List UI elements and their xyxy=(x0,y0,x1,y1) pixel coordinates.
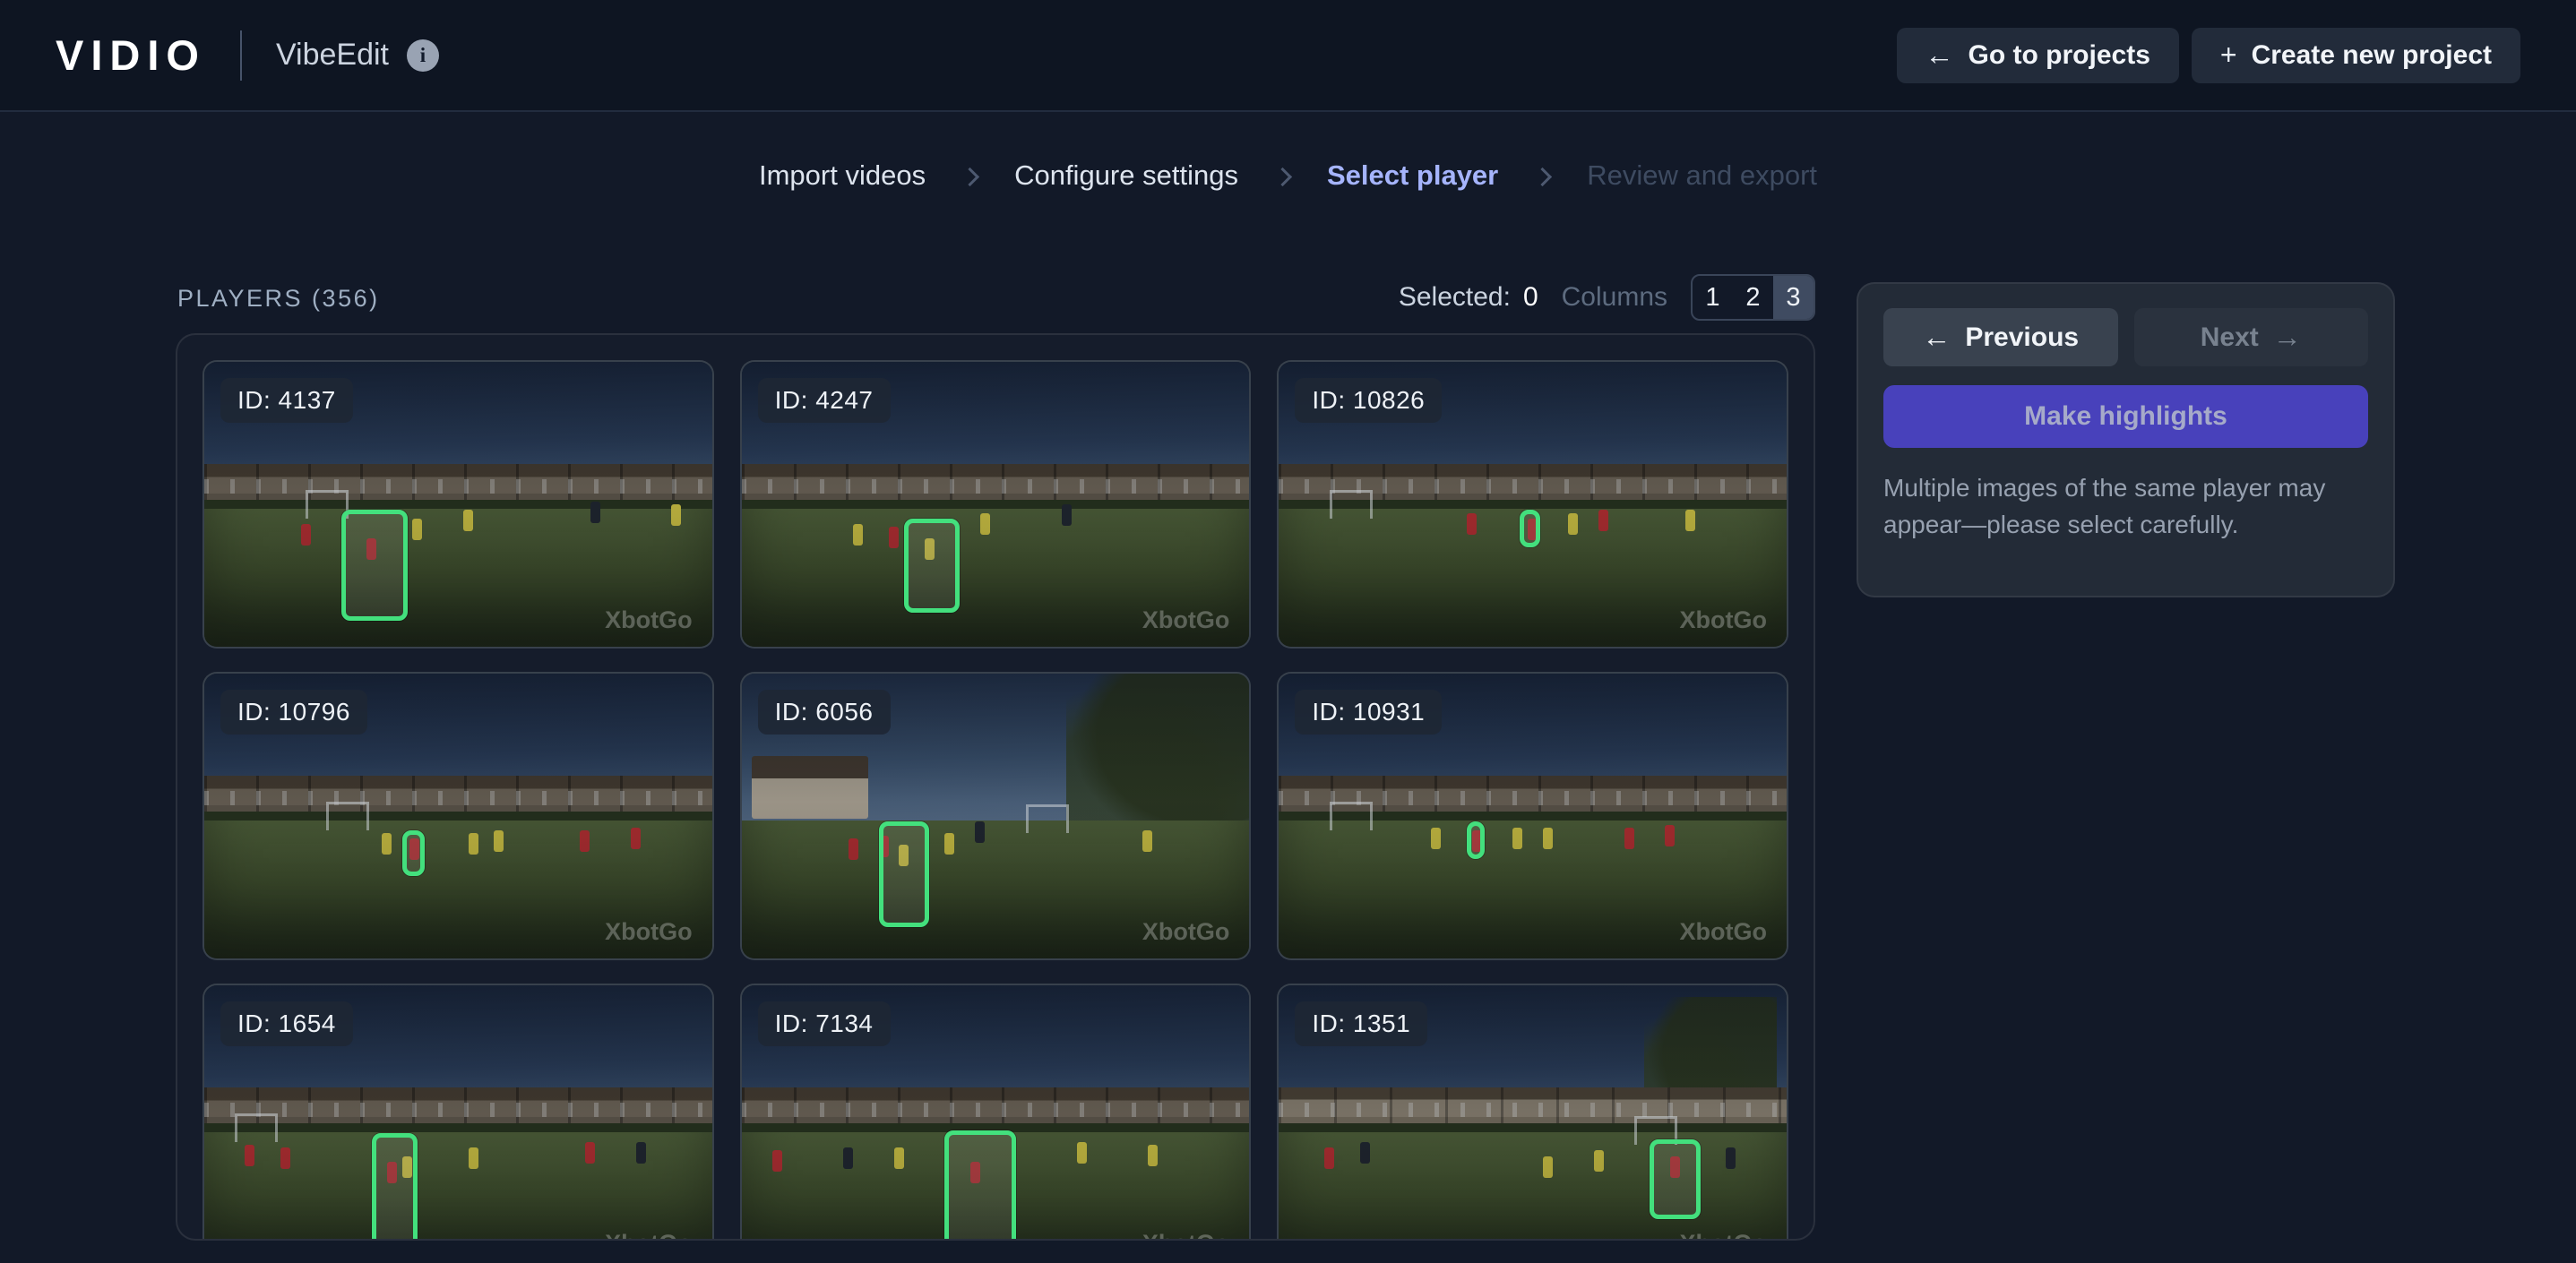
player-card[interactable]: ID: 10796 XbotGo xyxy=(202,672,714,960)
product-name: VibeEdit xyxy=(276,38,389,73)
player-card[interactable]: ID: 4137 XbotGo xyxy=(202,360,714,649)
player-bbox xyxy=(1520,510,1540,546)
player-id-badge: ID: 10931 xyxy=(1295,690,1442,735)
step-review-and-export: Review and export xyxy=(1587,159,1817,192)
columns-switcher: 1 2 3 xyxy=(1691,274,1815,321)
player-bbox xyxy=(944,1130,1015,1241)
player-id-badge: ID: 4247 xyxy=(758,378,891,423)
arrow-left-icon: ← xyxy=(1926,39,1954,72)
player-bbox xyxy=(372,1133,418,1241)
step-configure-settings[interactable]: Configure settings xyxy=(1014,159,1238,192)
actions-side-panel: ← Previous Next → Make highlights Multip… xyxy=(1857,282,2395,597)
selected-label: Selected: xyxy=(1399,282,1511,313)
create-new-project-button[interactable]: + Create new project xyxy=(2192,28,2520,83)
player-bbox xyxy=(1467,821,1485,858)
step-select-player[interactable]: Select player xyxy=(1327,159,1498,192)
player-card[interactable]: ID: 7134 XbotGo xyxy=(740,984,1252,1241)
info-icon[interactable]: i xyxy=(407,39,439,72)
player-id-badge: ID: 6056 xyxy=(758,690,891,735)
workflow-stepper: Import videos Configure settings Select … xyxy=(0,159,2576,192)
player-card[interactable]: ID: 10931 XbotGo xyxy=(1277,672,1788,960)
create-new-project-label: Create new project xyxy=(2252,40,2492,71)
players-count-heading: PLAYERS (356) xyxy=(177,285,380,313)
player-card[interactable]: ID: 6056 XbotGo xyxy=(740,672,1252,960)
watermark: XbotGo xyxy=(1142,918,1229,946)
player-id-badge: ID: 7134 xyxy=(758,1001,891,1046)
player-id-badge: ID: 10826 xyxy=(1295,378,1442,423)
go-to-projects-button[interactable]: ← Go to projects xyxy=(1897,28,2179,83)
watermark: XbotGo xyxy=(1680,1230,1767,1241)
watermark: XbotGo xyxy=(605,606,692,634)
chevron-right-icon xyxy=(1273,167,1292,185)
player-bbox xyxy=(904,519,960,613)
player-id-badge: ID: 10796 xyxy=(220,690,367,735)
columns-option-1[interactable]: 1 xyxy=(1693,276,1733,319)
watermark: XbotGo xyxy=(1680,606,1767,634)
arrow-left-icon: ← xyxy=(1922,321,1951,354)
player-card[interactable]: ID: 1654 XbotGo xyxy=(202,984,714,1241)
grid-toolbar: Selected: 0 Columns 1 2 3 xyxy=(1399,274,1815,321)
selected-counter: Selected: 0 xyxy=(1399,282,1538,313)
previous-label: Previous xyxy=(1965,322,2079,353)
top-bar: VIDIO VibeEdit i ← Go to projects + Crea… xyxy=(0,0,2576,112)
player-card[interactable]: ID: 4247 XbotGo xyxy=(740,360,1252,649)
previous-button[interactable]: ← Previous xyxy=(1883,308,2118,366)
player-id-badge: ID: 4137 xyxy=(220,378,353,423)
duplicate-player-note: Multiple images of the same player may a… xyxy=(1883,470,2368,543)
app-logo: VIDIO xyxy=(56,30,206,80)
topbar-actions: ← Go to projects + Create new project xyxy=(1897,28,2520,83)
columns-option-3[interactable]: 3 xyxy=(1773,276,1814,319)
go-to-projects-label: Go to projects xyxy=(1969,40,2150,71)
plus-icon: + xyxy=(2220,39,2237,72)
arrow-right-icon: → xyxy=(2273,321,2302,354)
player-bbox xyxy=(1650,1139,1701,1219)
player-id-badge: ID: 1654 xyxy=(220,1001,353,1046)
columns-option-2[interactable]: 2 xyxy=(1733,276,1773,319)
player-bbox xyxy=(341,510,408,621)
watermark: XbotGo xyxy=(605,918,692,946)
next-button[interactable]: Next → xyxy=(2134,308,2369,366)
watermark: XbotGo xyxy=(1142,1230,1229,1241)
player-card[interactable]: ID: 1351 XbotGo xyxy=(1277,984,1788,1241)
player-card[interactable]: ID: 10826 XbotGo xyxy=(1277,360,1788,649)
make-highlights-button[interactable]: Make highlights xyxy=(1883,385,2368,448)
players-grid-panel: ID: 4137 XbotGo ID: 4247 XbotGo ID: 1082… xyxy=(176,333,1815,1241)
columns-label: Columns xyxy=(1562,282,1667,313)
selected-count: 0 xyxy=(1523,282,1538,313)
player-card-grid: ID: 4137 XbotGo ID: 4247 XbotGo ID: 1082… xyxy=(202,360,1788,1241)
player-id-badge: ID: 1351 xyxy=(1295,1001,1427,1046)
logo-divider xyxy=(240,30,242,81)
watermark: XbotGo xyxy=(1142,606,1229,634)
player-bbox xyxy=(879,821,930,927)
step-import-videos[interactable]: Import videos xyxy=(759,159,926,192)
player-bbox xyxy=(402,830,425,876)
next-label: Next xyxy=(2201,322,2259,353)
watermark: XbotGo xyxy=(605,1230,692,1241)
chevron-right-icon xyxy=(1533,167,1552,185)
watermark: XbotGo xyxy=(1680,918,1767,946)
chevron-right-icon xyxy=(961,167,979,185)
pagination-row: ← Previous Next → xyxy=(1883,308,2368,366)
